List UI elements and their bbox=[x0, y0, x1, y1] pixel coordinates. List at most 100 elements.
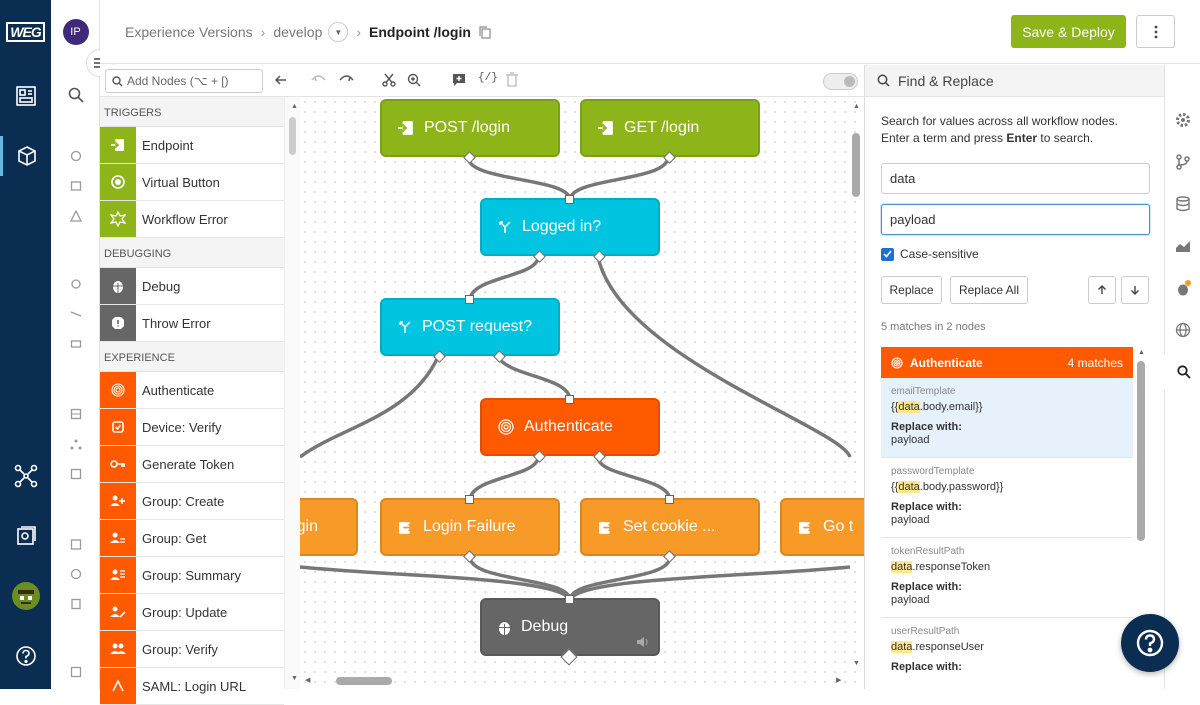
canvas-scroll-thumb-h[interactable] bbox=[336, 677, 392, 685]
replace-input[interactable] bbox=[881, 204, 1150, 235]
node-post-login[interactable]: POST /login bbox=[380, 99, 560, 164]
compass-icon[interactable] bbox=[51, 560, 100, 588]
palette-scroll-thumb[interactable] bbox=[289, 117, 296, 155]
globe-icon[interactable] bbox=[1165, 312, 1200, 348]
help-icon[interactable] bbox=[0, 636, 51, 676]
canvas-horizontal-scrollbar[interactable]: ◀ ▶ bbox=[300, 673, 848, 689]
sub-nav-icon-1[interactable] bbox=[51, 142, 100, 170]
link-icon[interactable] bbox=[51, 300, 100, 328]
match-item[interactable]: tokenResultPath data.responseToken Repla… bbox=[881, 538, 1133, 618]
branch-icon[interactable] bbox=[1165, 144, 1200, 180]
node-authenticate[interactable]: Authenticate bbox=[480, 395, 660, 463]
node-login-failure[interactable]: Login Failure bbox=[380, 495, 560, 563]
node-logged-in[interactable]: Logged in? bbox=[480, 195, 660, 263]
cut-button[interactable] bbox=[382, 73, 396, 90]
endpoint-icon bbox=[100, 127, 136, 163]
tree-icon[interactable] bbox=[51, 430, 100, 458]
device-icon[interactable] bbox=[51, 590, 100, 618]
match-key: tokenResultPath bbox=[891, 546, 965, 557]
palette-item-group-summary[interactable]: Group: Summary bbox=[100, 557, 284, 594]
find-replace-rail-button[interactable] bbox=[1165, 354, 1200, 390]
palette-item-virtual-button[interactable]: Virtual Button bbox=[100, 164, 284, 201]
settings-icon[interactable] bbox=[51, 270, 100, 298]
add-nodes-search[interactable]: Add Nodes (⌥ + [) bbox=[105, 69, 263, 93]
palette-item-debug[interactable]: Debug bbox=[100, 268, 284, 305]
logo[interactable]: WEG bbox=[0, 10, 51, 54]
help-button[interactable] bbox=[1121, 614, 1179, 672]
next-match-button[interactable] bbox=[1121, 276, 1149, 304]
canvas-scroll-thumb-v[interactable] bbox=[852, 133, 860, 197]
user-avatar[interactable] bbox=[0, 576, 51, 616]
palette-item-throw-error[interactable]: Throw Error bbox=[100, 305, 284, 342]
warning-icon[interactable] bbox=[51, 202, 100, 230]
input-port[interactable] bbox=[465, 495, 474, 504]
settings-gear-icon[interactable] bbox=[1165, 102, 1200, 138]
node-set-cookie[interactable]: Set cookie ... bbox=[580, 495, 760, 563]
palette-item-endpoint[interactable]: Endpoint bbox=[100, 127, 284, 164]
node-get-login[interactable]: GET /login bbox=[580, 99, 760, 164]
previous-match-button[interactable] bbox=[1088, 276, 1116, 304]
deploy-icon[interactable] bbox=[51, 658, 100, 686]
palette-item-group-create[interactable]: Group: Create bbox=[100, 483, 284, 520]
palette-item-device-verify[interactable]: Device: Verify bbox=[100, 409, 284, 446]
match-item[interactable]: emailTemplate {{data.body.email}} Replac… bbox=[881, 378, 1133, 458]
sub-nav-icon-2[interactable] bbox=[51, 172, 100, 200]
palette-item-group-get[interactable]: Group: Get bbox=[100, 520, 284, 557]
undo-button[interactable] bbox=[311, 73, 327, 90]
palette-item-workflow-error[interactable]: Workflow Error bbox=[100, 201, 284, 238]
redo-button[interactable] bbox=[338, 73, 354, 90]
cube-icon[interactable] bbox=[0, 136, 51, 176]
input-port[interactable] bbox=[565, 195, 574, 204]
node-login[interactable]: gin bbox=[300, 498, 358, 556]
expression-button[interactable]: {/} bbox=[478, 72, 498, 84]
find-input[interactable] bbox=[881, 163, 1150, 194]
replace-all-button[interactable]: Replace All bbox=[950, 276, 1028, 304]
breadcrumb-experience-versions[interactable]: Experience Versions bbox=[125, 24, 253, 40]
replace-button[interactable]: Replace bbox=[881, 276, 942, 304]
input-port[interactable] bbox=[665, 495, 674, 504]
save-deploy-button[interactable]: Save & Deploy bbox=[1011, 15, 1126, 48]
branch-dropdown-button[interactable]: ▼ bbox=[328, 22, 349, 42]
delete-button[interactable] bbox=[506, 72, 518, 90]
input-port[interactable] bbox=[565, 395, 574, 404]
palette-item-generate-token[interactable]: Generate Token bbox=[100, 446, 284, 483]
more-options-button[interactable] bbox=[1136, 15, 1175, 48]
case-sensitive-option[interactable]: Case-sensitive bbox=[881, 247, 979, 261]
zoom-button[interactable] bbox=[407, 73, 421, 90]
case-sensitive-checkbox[interactable] bbox=[881, 247, 894, 261]
results-scroll-thumb[interactable] bbox=[1137, 361, 1145, 541]
network-icon[interactable] bbox=[0, 456, 51, 496]
palette-scrollbar[interactable]: ▲ ▼ bbox=[284, 97, 300, 689]
calendar-icon[interactable] bbox=[51, 530, 100, 558]
avatar[interactable]: IP bbox=[51, 16, 100, 48]
comment-button[interactable] bbox=[452, 73, 466, 90]
node-label: gin bbox=[300, 518, 318, 535]
palette-item-group-update[interactable]: Group: Update bbox=[100, 594, 284, 631]
node-debug[interactable]: Debug bbox=[480, 595, 660, 666]
chart-icon[interactable] bbox=[1165, 228, 1200, 264]
dashboard-icon[interactable] bbox=[0, 76, 51, 116]
breadcrumb-develop[interactable]: develop bbox=[273, 24, 322, 40]
match-item[interactable]: passwordTemplate {{data.body.password}} … bbox=[881, 458, 1133, 538]
match-item[interactable]: userResultPath data.responseUser Replace… bbox=[881, 618, 1133, 689]
canvas-toggle-switch[interactable] bbox=[823, 73, 858, 90]
input-port[interactable] bbox=[565, 595, 574, 604]
palette-item-saml-login-url[interactable]: SAML: Login URL bbox=[100, 668, 284, 705]
collapse-palette-button[interactable] bbox=[274, 73, 288, 90]
input-port[interactable] bbox=[465, 295, 474, 304]
palette-item-label: Group: Get bbox=[142, 530, 207, 546]
canvas-vertical-scrollbar[interactable]: ▲ ▼ bbox=[848, 97, 864, 673]
search-icon[interactable] bbox=[51, 81, 100, 109]
table-icon[interactable] bbox=[51, 400, 100, 428]
node-post-request[interactable]: POST request? bbox=[380, 295, 560, 363]
palette-item-group-verify[interactable]: Group: Verify bbox=[100, 631, 284, 668]
database-icon[interactable] bbox=[1165, 186, 1200, 222]
palette-item-authenticate[interactable]: Authenticate bbox=[100, 372, 284, 409]
copy-icon[interactable] bbox=[479, 25, 491, 39]
sub-nav-icon-3[interactable] bbox=[51, 330, 100, 358]
bug-icon[interactable] bbox=[1165, 270, 1200, 306]
match-group-header[interactable]: Authenticate 4 matches bbox=[881, 347, 1133, 378]
workflow-canvas[interactable]: POST /login GET /login Logged in? POST r… bbox=[300, 97, 864, 689]
devices-icon[interactable] bbox=[0, 516, 51, 556]
grid-icon[interactable] bbox=[51, 460, 100, 488]
